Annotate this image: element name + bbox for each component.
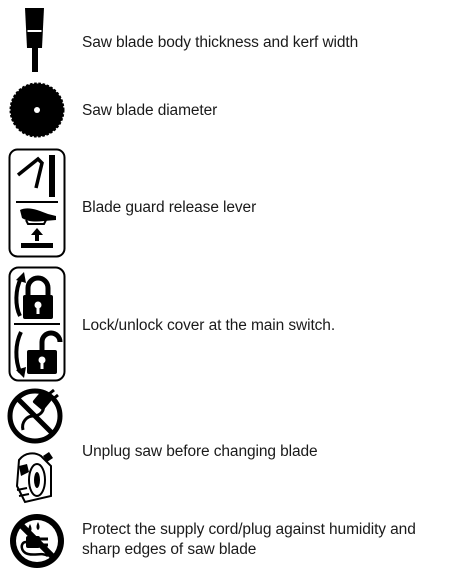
blade-thickness-kerf-icon	[24, 8, 46, 72]
symbol-label-lock: Lock/unlock cover at the main switch.	[82, 317, 336, 334]
symbol-label-unplug: Unplug saw before changing blade	[82, 443, 318, 460]
lock-unlock-icon	[8, 266, 66, 382]
symbol-label-thickness: Saw blade body thickness and kerf width	[82, 34, 359, 51]
symbol-label-guard-lever: Blade guard release lever	[82, 199, 257, 216]
symbol-label-protect-cord-line2: sharp edges of saw blade	[82, 541, 257, 558]
unplug-before-blade-change-icon	[5, 386, 65, 506]
blade-guard-release-lever-icon	[8, 148, 66, 258]
blade-diameter-icon	[9, 82, 65, 138]
protect-cord-icon	[8, 512, 66, 570]
symbol-label-diameter: Saw blade diameter	[82, 102, 218, 119]
symbol-label-protect-cord: Protect the supply cord/plug against hum…	[82, 521, 416, 538]
